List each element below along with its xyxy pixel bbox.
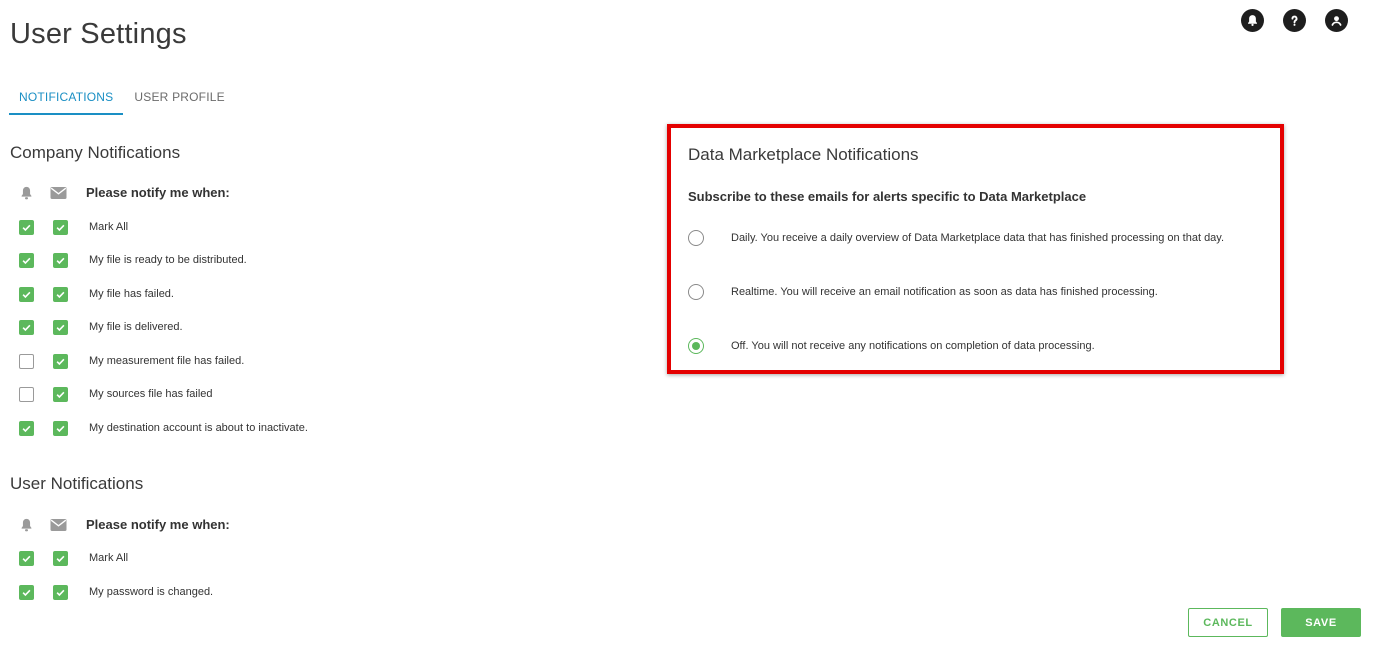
mail-icon [50,516,67,533]
page-title: User Settings [10,18,187,50]
email-notification-checkbox[interactable] [53,584,68,600]
bell-icon [18,516,35,533]
list-item: My password is changed. [19,584,213,600]
row-label: My sources file has failed [89,388,213,400]
list-item: My sources file has failed [19,386,213,402]
email-notification-checkbox[interactable] [53,252,68,268]
radio-button[interactable] [688,230,704,246]
row-label: My measurement file has failed. [89,355,245,367]
user-notifications-heading: User Notifications [10,474,144,493]
mail-icon [50,184,67,201]
data-marketplace-heading: Data Marketplace Notifications [688,145,919,164]
app-notification-checkbox[interactable] [19,584,34,600]
save-button[interactable]: SAVE [1281,608,1361,637]
row-label: My file is ready to be distributed. [89,254,247,266]
company-notify-header: Please notify me when: [18,184,230,201]
account-icon[interactable] [1325,9,1348,32]
tab-notifications[interactable]: NOTIFICATIONS [9,88,124,115]
user-notify-header: Please notify me when: [18,516,230,533]
header-icons [1241,9,1348,32]
radio-label: Off. You will not receive any notificati… [731,340,1095,352]
email-notification-checkbox[interactable] [53,319,68,335]
help-icon[interactable] [1283,9,1306,32]
row-label: Mark All [89,221,129,233]
cancel-button[interactable]: CANCEL [1188,608,1268,637]
app-notification-checkbox[interactable] [19,286,34,302]
list-item: My destination account is about to inact… [19,420,308,436]
list-item: My file is delivered. [19,319,183,335]
radio-button[interactable] [688,338,704,354]
app-notification-checkbox[interactable] [19,386,34,402]
data-marketplace-panel: Data Marketplace Notifications Subscribe… [667,124,1284,374]
radio-option-daily[interactable]: Daily. You receive a daily overview of D… [688,230,1224,246]
email-notification-checkbox[interactable] [53,420,68,436]
bell-icon [18,184,35,201]
tab-user-profile[interactable]: USER PROFILE [123,88,234,115]
row-label: My file is delivered. [89,321,183,333]
list-item: My file is ready to be distributed. [19,252,247,268]
radio-button[interactable] [688,284,704,300]
app-notification-checkbox[interactable] [19,420,34,436]
app-notification-checkbox[interactable] [19,319,34,335]
company-notifications-heading: Company Notifications [10,143,181,162]
radio-label: Realtime. You will receive an email noti… [731,286,1158,298]
radio-option-off[interactable]: Off. You will not receive any notificati… [688,338,1095,354]
data-marketplace-subtitle: Subscribe to these emails for alerts spe… [688,189,1087,204]
bell-icon[interactable] [1241,9,1264,32]
app-notification-checkbox[interactable] [19,252,34,268]
settings-tabs: NOTIFICATIONS USER PROFILE [9,88,235,115]
radio-option-realtime[interactable]: Realtime. You will receive an email noti… [688,284,1158,300]
app-notification-checkbox[interactable] [19,219,34,235]
row-label: Mark All [89,552,129,564]
email-notification-checkbox[interactable] [53,386,68,402]
user-settings-page: User Settings NOTIFICATIONS USER PROFILE… [0,0,1375,660]
notify-label: Please notify me when: [86,185,230,200]
row-label: My password is changed. [89,586,214,598]
list-item: Mark All [19,550,128,566]
list-item: My measurement file has failed. [19,353,244,369]
email-notification-checkbox[interactable] [53,286,68,302]
radio-selected-dot [692,342,700,350]
list-item: Mark All [19,219,128,235]
radio-label: Daily. You receive a daily overview of D… [731,232,1225,244]
email-notification-checkbox[interactable] [53,219,68,235]
email-notification-checkbox[interactable] [53,550,68,566]
row-label: My file has failed. [89,288,174,300]
email-notification-checkbox[interactable] [53,353,68,369]
app-notification-checkbox[interactable] [19,550,34,566]
list-item: My file has failed. [19,286,174,302]
row-label: My destination account is about to inact… [89,422,308,434]
notify-label: Please notify me when: [86,517,230,532]
app-notification-checkbox[interactable] [19,353,34,369]
